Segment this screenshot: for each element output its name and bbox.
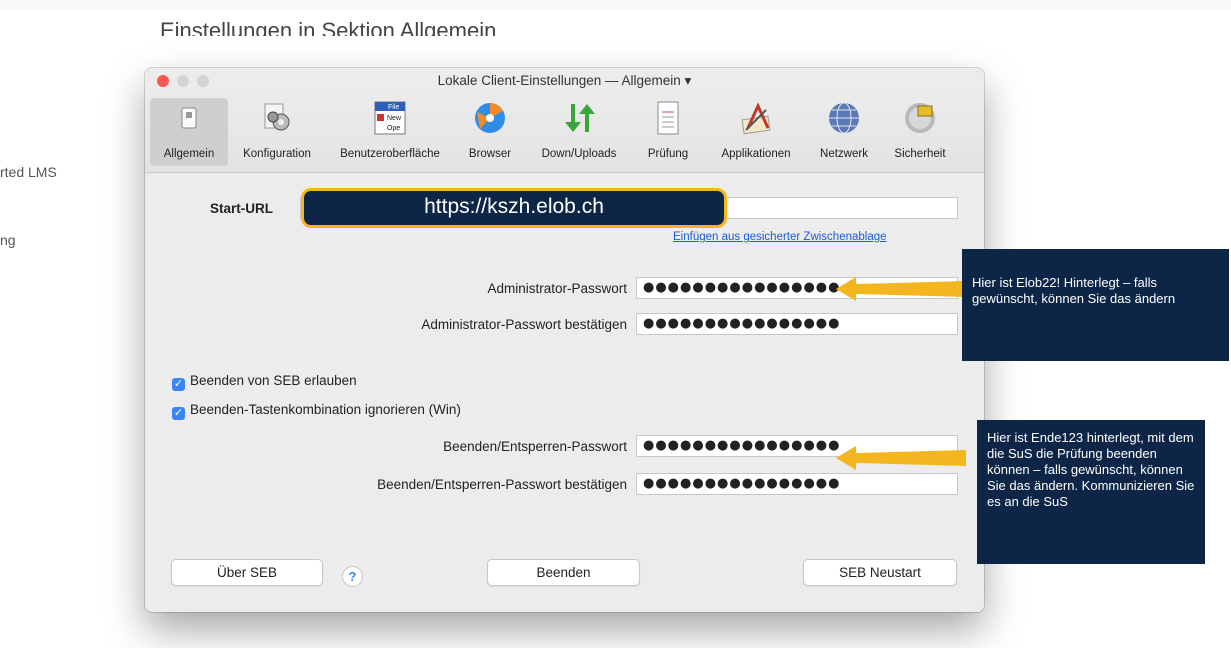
quit-password-confirm-label: Beenden/Entsperren-Passwort bestätigen [377, 477, 627, 492]
title-bar: Lokale Client-Einstellungen — Allgemein … [145, 68, 984, 94]
allow-quit-label: Beenden von SEB erlauben [190, 373, 357, 388]
file-icon-line2: New [387, 115, 402, 122]
tab-pruefung[interactable]: Prüfung [634, 98, 702, 166]
tab-label: Benutzeroberfläche [340, 148, 440, 160]
start-url-label: Start-URL [210, 201, 273, 216]
paste-from-clipboard-link[interactable]: Einfügen aus gesicherter Zwischenablage [673, 231, 887, 243]
side-text-lms: rted LMS [0, 164, 57, 180]
general-switch-icon [171, 100, 207, 136]
admin-password-confirm-input[interactable]: ●●●●●●●●●●●●●●●● [636, 313, 958, 335]
exam-document-icon [650, 100, 686, 136]
quit-arrow-icon [836, 446, 966, 470]
checkbox-checked-icon[interactable]: ✓ [172, 378, 185, 391]
gears-icon [259, 100, 295, 136]
tab-konfiguration[interactable]: Konfiguration [231, 98, 323, 166]
admin-password-confirm-label: Administrator-Passwort bestätigen [421, 317, 627, 332]
tab-label: Sicherheit [894, 148, 946, 160]
seb-restart-button[interactable]: SEB Neustart [803, 559, 957, 586]
settings-window: Lokale Client-Einstellungen — Allgemein … [145, 68, 984, 612]
settings-toolbar: Allgemein Konfiguration File New Ope Ben [145, 94, 984, 173]
tab-browser[interactable]: Browser [456, 98, 524, 166]
applications-icon [738, 100, 774, 136]
side-text-ng: ng [0, 232, 16, 248]
admin-password-label: Administrator-Passwort [487, 281, 627, 296]
tab-label: Allgemein [163, 148, 215, 160]
tab-label: Down/Uploads [541, 148, 617, 160]
about-seb-button[interactable]: Über SEB [171, 559, 323, 586]
page-heading: Einstellungen in Sektion Allgemein [160, 18, 497, 36]
security-lock-icon [902, 100, 938, 136]
tab-label: Konfiguration [243, 148, 311, 160]
window-title[interactable]: Lokale Client-Einstellungen — Allgemein … [145, 73, 984, 89]
file-menu-icon: File New Ope [372, 100, 408, 136]
ignore-quit-keys-label: Beenden-Tastenkombination ignorieren (Wi… [190, 402, 461, 417]
quit-button[interactable]: Beenden [487, 559, 640, 586]
start-url-highlight: https://kszh.elob.ch [301, 188, 727, 228]
network-globe-icon [826, 100, 862, 136]
help-button[interactable]: ? [342, 566, 363, 587]
tab-benutzeroberflaeche[interactable]: File New Ope Benutzeroberfläche [325, 98, 455, 166]
quit-password-label: Beenden/Entsperren-Passwort [443, 439, 627, 454]
admin-password-callout: Hier ist Elob22! Hinterlegt – falls gewü… [962, 249, 1229, 361]
file-icon-top-text: File [388, 104, 399, 111]
admin-arrow-icon [836, 277, 966, 301]
tab-label: Applikationen [721, 148, 791, 160]
file-icon-line3: Ope [387, 125, 400, 132]
tab-down-uploads[interactable]: Down/Uploads [526, 98, 632, 166]
top-band [0, 0, 1231, 10]
quit-password-callout: Hier ist Ende123 hinterlegt, mit dem die… [977, 420, 1205, 564]
quit-password-confirm-input[interactable]: ●●●●●●●●●●●●●●●● [636, 473, 958, 495]
checkbox-checked-icon[interactable]: ✓ [172, 407, 185, 420]
download-upload-arrows-icon [561, 100, 597, 136]
general-settings-pane: Start-URL Einfügen aus gesicherter Zwisc… [145, 173, 984, 612]
tab-label: Prüfung [647, 148, 689, 160]
browser-icon [472, 100, 508, 136]
tab-label: Browser [468, 148, 512, 160]
tab-sicherheit[interactable]: Sicherheit [880, 98, 960, 166]
ignore-quit-keys-checkbox-row[interactable]: ✓ Beenden-Tastenkombination ignorieren (W… [172, 402, 461, 420]
tab-allgemein[interactable]: Allgemein [150, 98, 228, 166]
tab-label: Netzwerk [820, 148, 868, 160]
tab-netzwerk[interactable]: Netzwerk [810, 98, 878, 166]
allow-quit-checkbox-row[interactable]: ✓ Beenden von SEB erlauben [172, 373, 357, 391]
tab-applikationen[interactable]: Applikationen [704, 98, 808, 166]
